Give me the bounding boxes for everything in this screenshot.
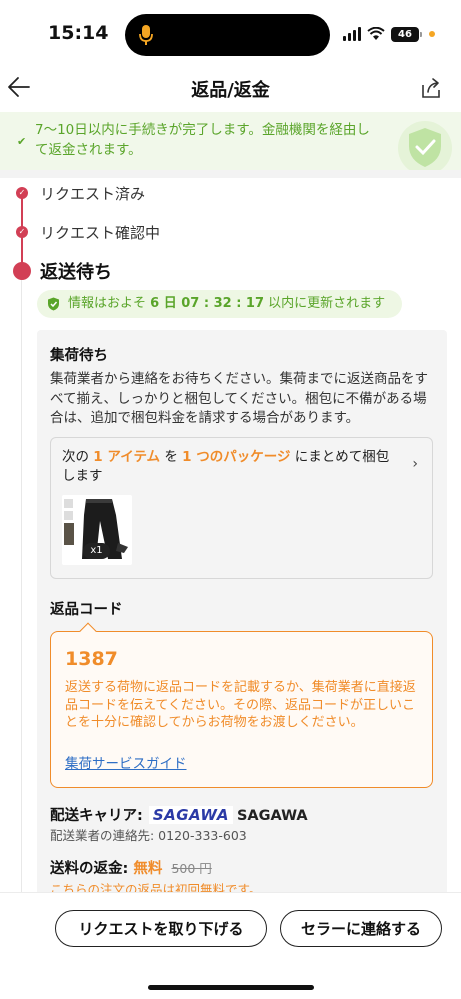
completion-banner: ✔ 7〜10日以内に手続きが完了します。金融機関を経由して返金されます。: [0, 112, 461, 174]
bottom-action-bar: リクエストを取り下げる セラーに連絡する: [0, 892, 461, 999]
navigation-bar: 返品/返金: [0, 62, 461, 112]
banner-text: 7〜10日以内に手続きが完了します。金融機関を経由して返金されます。: [35, 122, 370, 158]
microphone-icon: [139, 25, 153, 45]
shipping-refund-value: 無料: [133, 861, 163, 877]
sagawa-logo: SAGAWA: [148, 806, 233, 824]
package-count: 1 つのパッケージ: [182, 449, 291, 465]
callout-notch: [79, 622, 97, 640]
update-countdown: 6 日 07 : 32 : 17: [150, 296, 265, 311]
return-code-value: 1387: [65, 648, 118, 670]
carrier-name: SAGAWA: [236, 808, 308, 824]
pickup-description: 集荷業者から連絡をお待ちください。集荷までに返送商品をすべて揃え、しっかりと梱包…: [50, 371, 428, 426]
shipping-refund-row: 送料の返金: 無料 500 円: [50, 857, 212, 878]
privacy-indicator-dot: [429, 31, 435, 37]
home-indicator[interactable]: [148, 985, 314, 990]
dynamic-island: [125, 14, 330, 56]
pickup-title: 集荷待ち: [50, 348, 108, 364]
status-time: 15:14: [48, 22, 109, 44]
timeline-step-current: 返送待ち: [40, 262, 112, 283]
check-icon: ✔: [17, 135, 27, 148]
contact-seller-button[interactable]: セラーに連絡する: [280, 910, 442, 947]
return-detail-card: 集荷待ち 集荷業者から連絡をお待ちください。集荷までに返送商品をすべて揃え、しっ…: [37, 330, 447, 900]
section-divider: [0, 170, 461, 178]
quantity-badge: x1: [83, 543, 110, 559]
share-icon[interactable]: [419, 76, 443, 100]
package-text: 次の 1 アイテム を 1 つのパッケージ にまとめて梱包します: [62, 449, 390, 484]
signal-icon: [343, 27, 361, 41]
page-title: 返品/返金: [191, 80, 270, 101]
step-current-icon: [13, 262, 31, 280]
wifi-icon: [367, 27, 385, 40]
timeline-step-requested: リクエスト済み: [40, 185, 146, 203]
step-done-icon: ✓: [16, 187, 28, 199]
original-shipping-price: 500 円: [171, 861, 212, 876]
timeline-step-reviewing: リクエスト確認中: [40, 224, 161, 242]
shipping-refund-label: 送料の返金:: [50, 861, 129, 877]
carrier-row: 配送キャリア: SAGAWA SAGAWA: [50, 804, 308, 825]
cancel-request-button[interactable]: リクエストを取り下げる: [55, 910, 267, 947]
product-thumbnail[interactable]: x1: [62, 495, 132, 565]
update-prefix: 情報はおよそ: [68, 296, 147, 311]
battery-icon: 46: [391, 26, 422, 42]
return-code-description: 返送する荷物に返品コードを記載するか、集荷業者に直接返品コードを伝えてください。…: [65, 680, 416, 730]
step-done-icon: ✓: [16, 226, 28, 238]
timeline-line-pending: [21, 276, 22, 896]
shield-check-icon: [398, 121, 452, 174]
chevron-right-icon[interactable]: ›: [412, 456, 418, 472]
shield-icon: [48, 297, 59, 311]
carrier-label: 配送キャリア:: [50, 808, 143, 824]
return-code-heading: 返品コード: [50, 602, 123, 618]
return-code-box: 1387 返送する荷物に返品コードを記載するか、集荷業者に直接返品コードを伝えて…: [50, 622, 433, 788]
item-count: 1 アイテム: [93, 449, 161, 465]
package-summary[interactable]: 次の 1 アイテム を 1 つのパッケージ にまとめて梱包します › x1: [50, 437, 433, 579]
update-countdown-notice: 情報はおよそ 6 日 07 : 32 : 17 以内に更新されます: [37, 290, 402, 318]
status-indicators: 46: [343, 24, 435, 44]
update-suffix: 以内に更新されます: [268, 296, 386, 311]
carrier-contact: 配送業者の連絡先: 0120-333-603: [50, 828, 247, 843]
status-bar: 15:14 46: [0, 0, 461, 62]
pickup-service-guide-link[interactable]: 集荷サービスガイド: [65, 752, 187, 772]
